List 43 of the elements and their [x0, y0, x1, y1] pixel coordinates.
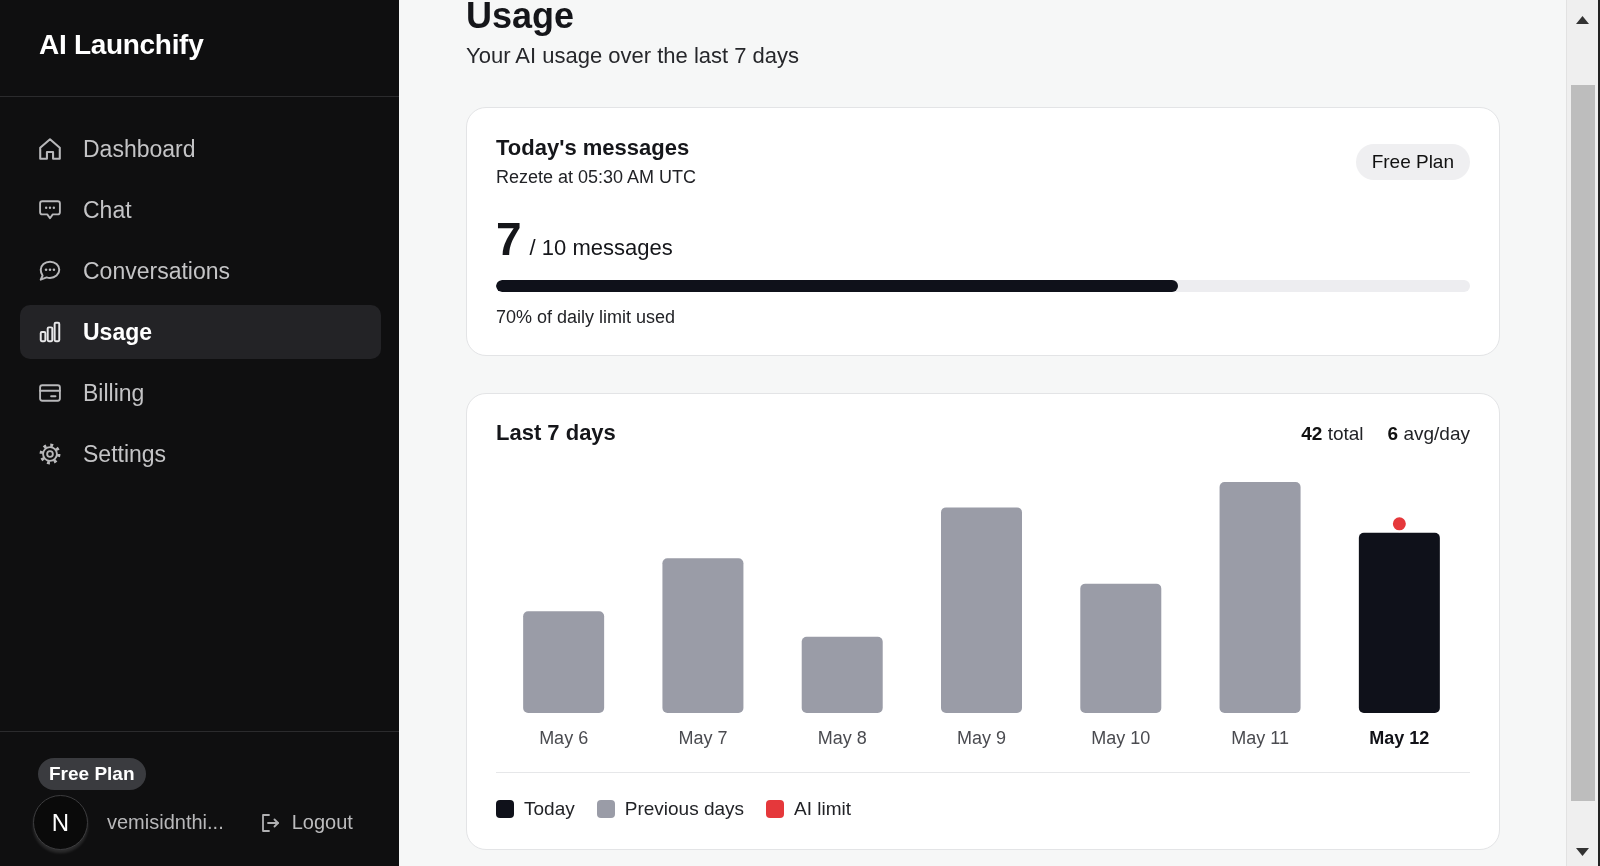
- scroll-down-icon[interactable]: [1576, 848, 1589, 856]
- nav-item[interactable]: Dashboard: [20, 122, 381, 176]
- legend-label: Today: [524, 798, 575, 821]
- total-count: 42 total: [1301, 423, 1364, 446]
- user-name: vemisidnthi...: [107, 811, 224, 834]
- nav-item[interactable]: Chat: [20, 183, 381, 237]
- message-limit: / 10 messages: [529, 235, 673, 262]
- card-title: Last 7 days: [496, 420, 616, 447]
- speech-bubble-icon: [39, 260, 61, 282]
- plan-badge: Free Plan: [1355, 144, 1470, 181]
- axis-label: May 12: [1369, 728, 1430, 749]
- nav-item[interactable]: Usage: [20, 305, 381, 359]
- card-title: Today's messages: [496, 135, 690, 162]
- reset-note: Rezete at 05:30 AM UTC: [496, 167, 697, 189]
- nav-item[interactable]: Conversations: [20, 244, 381, 298]
- axis-label: May 6: [539, 728, 589, 749]
- message-count: 7: [496, 216, 522, 263]
- nav-item[interactable]: Settings: [20, 427, 381, 481]
- scrollbar-thumb[interactable]: [1570, 85, 1595, 801]
- average-count: 6 avg/day: [1387, 423, 1470, 446]
- logout-button[interactable]: Logout: [260, 811, 353, 834]
- home-icon: [39, 138, 61, 160]
- legend-label: Previous days: [624, 798, 745, 821]
- usage-caption: 70% of daily limit used: [496, 307, 676, 329]
- chat-icon: [39, 199, 61, 221]
- axis-label: May 8: [817, 728, 867, 749]
- settings-icon: [39, 443, 61, 465]
- legend-label: AI limit: [794, 798, 852, 821]
- axis-label: May 10: [1091, 728, 1151, 749]
- axis-label: May 7: [678, 728, 728, 749]
- nav-item[interactable]: Billing: [20, 366, 381, 420]
- user-avatar: N: [33, 795, 88, 850]
- plan-badge: Free Plan: [38, 758, 146, 790]
- scrollbar[interactable]: [1566, 0, 1600, 866]
- page-subtitle: Your AI usage over the last 7 days: [466, 43, 800, 70]
- logout-icon: [260, 813, 279, 832]
- app-logo: AI Launchify: [39, 29, 204, 61]
- scroll-up-icon[interactable]: [1576, 16, 1589, 24]
- axis-label: May 11: [1231, 728, 1289, 749]
- credit-card-icon: [39, 382, 61, 404]
- axis-label: May 9: [957, 728, 1006, 749]
- page-title: Usage: [466, 0, 575, 38]
- bar-chart-icon: [39, 321, 61, 343]
